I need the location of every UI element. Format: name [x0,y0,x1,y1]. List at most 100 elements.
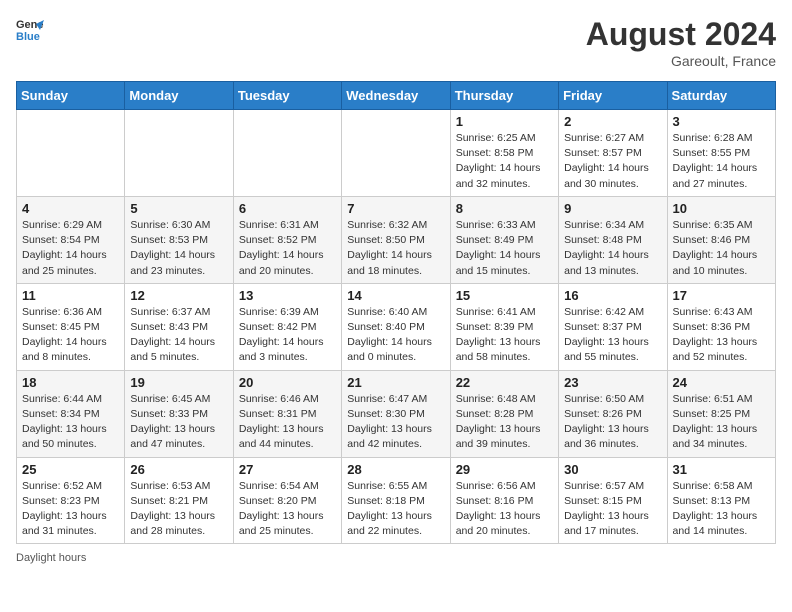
calendar-cell: 29 Sunrise: 6:56 AM Sunset: 8:16 PM Dayli… [450,457,558,544]
day-number: 27 [239,462,336,477]
calendar-cell [17,110,125,197]
calendar-cell [233,110,341,197]
day-info: Sunrise: 6:42 AM Sunset: 8:37 PM Dayligh… [564,305,661,366]
calendar-cell: 23 Sunrise: 6:50 AM Sunset: 8:26 PM Dayli… [559,370,667,457]
day-info: Sunrise: 6:54 AM Sunset: 8:20 PM Dayligh… [239,479,336,540]
calendar-table: SundayMondayTuesdayWednesdayThursdayFrid… [16,81,776,544]
day-number: 9 [564,201,661,216]
day-info: Sunrise: 6:57 AM Sunset: 8:15 PM Dayligh… [564,479,661,540]
day-info: Sunrise: 6:37 AM Sunset: 8:43 PM Dayligh… [130,305,227,366]
calendar-cell: 27 Sunrise: 6:54 AM Sunset: 8:20 PM Dayli… [233,457,341,544]
day-info: Sunrise: 6:51 AM Sunset: 8:25 PM Dayligh… [673,392,770,453]
day-number: 12 [130,288,227,303]
day-number: 1 [456,114,553,129]
day-number: 17 [673,288,770,303]
calendar-cell: 2 Sunrise: 6:27 AM Sunset: 8:57 PM Daylig… [559,110,667,197]
calendar-cell [342,110,450,197]
calendar-cell: 7Sunrise: 6:32 AM Sunset: 8:50 PM Daylig… [342,196,450,283]
day-number: 18 [22,375,119,390]
calendar-cell: 20 Sunrise: 6:46 AM Sunset: 8:31 PM Dayli… [233,370,341,457]
calendar-cell: 10 Sunrise: 6:35 AM Sunset: 8:46 PM Dayli… [667,196,775,283]
calendar-cell: 13Sunrise: 6:39 AM Sunset: 8:42 PM Dayli… [233,283,341,370]
weekday-header: Wednesday [342,82,450,110]
calendar-cell: 8 Sunrise: 6:33 AM Sunset: 8:49 PM Daylig… [450,196,558,283]
day-info: Sunrise: 6:28 AM Sunset: 8:55 PM Dayligh… [673,131,770,192]
day-info: Sunrise: 6:43 AM Sunset: 8:36 PM Dayligh… [673,305,770,366]
day-info: Sunrise: 6:31 AM Sunset: 8:52 PM Dayligh… [239,218,336,279]
day-number: 23 [564,375,661,390]
calendar-cell: 18 Sunrise: 6:44 AM Sunset: 8:34 PM Dayli… [17,370,125,457]
calendar-week-row: 18 Sunrise: 6:44 AM Sunset: 8:34 PM Dayli… [17,370,776,457]
day-number: 2 [564,114,661,129]
calendar-cell: 28 Sunrise: 6:55 AM Sunset: 8:18 PM Dayli… [342,457,450,544]
day-number: 10 [673,201,770,216]
calendar-cell: 16 Sunrise: 6:42 AM Sunset: 8:37 PM Dayli… [559,283,667,370]
calendar-cell: 1 Sunrise: 6:25 AM Sunset: 8:58 PM Daylig… [450,110,558,197]
calendar-cell: 14Sunrise: 6:40 AM Sunset: 8:40 PM Dayli… [342,283,450,370]
day-number: 4 [22,201,119,216]
calendar-cell: 31Sunrise: 6:58 AM Sunset: 8:13 PM Dayli… [667,457,775,544]
day-number: 22 [456,375,553,390]
day-number: 29 [456,462,553,477]
day-number: 6 [239,201,336,216]
day-info: Sunrise: 6:36 AM Sunset: 8:45 PM Dayligh… [22,305,119,366]
calendar-cell: 19Sunrise: 6:45 AM Sunset: 8:33 PM Dayli… [125,370,233,457]
day-number: 25 [22,462,119,477]
weekday-header: Tuesday [233,82,341,110]
day-info: Sunrise: 6:27 AM Sunset: 8:57 PM Dayligh… [564,131,661,192]
day-info: Sunrise: 6:50 AM Sunset: 8:26 PM Dayligh… [564,392,661,453]
day-info: Sunrise: 6:41 AM Sunset: 8:39 PM Dayligh… [456,305,553,366]
day-number: 8 [456,201,553,216]
page-header: General Blue August 2024 Gareoult, Franc… [16,16,776,69]
day-number: 16 [564,288,661,303]
day-info: Sunrise: 6:55 AM Sunset: 8:18 PM Dayligh… [347,479,444,540]
calendar-cell: 6 Sunrise: 6:31 AM Sunset: 8:52 PM Daylig… [233,196,341,283]
calendar-cell: 15 Sunrise: 6:41 AM Sunset: 8:39 PM Dayli… [450,283,558,370]
day-number: 15 [456,288,553,303]
calendar-cell: 5Sunrise: 6:30 AM Sunset: 8:53 PM Daylig… [125,196,233,283]
day-number: 5 [130,201,227,216]
logo: General Blue [16,16,44,44]
day-number: 31 [673,462,770,477]
weekday-header: Monday [125,82,233,110]
day-info: Sunrise: 6:44 AM Sunset: 8:34 PM Dayligh… [22,392,119,453]
calendar-week-row: 25 Sunrise: 6:52 AM Sunset: 8:23 PM Dayli… [17,457,776,544]
title-area: August 2024 Gareoult, France [586,16,776,69]
day-number: 20 [239,375,336,390]
weekday-header: Friday [559,82,667,110]
day-number: 26 [130,462,227,477]
day-number: 28 [347,462,444,477]
calendar-week-row: 11Sunrise: 6:36 AM Sunset: 8:45 PM Dayli… [17,283,776,370]
calendar-cell: 17 Sunrise: 6:43 AM Sunset: 8:36 PM Dayli… [667,283,775,370]
day-number: 24 [673,375,770,390]
day-info: Sunrise: 6:56 AM Sunset: 8:16 PM Dayligh… [456,479,553,540]
weekday-header: Sunday [17,82,125,110]
calendar-cell: 26 Sunrise: 6:53 AM Sunset: 8:21 PM Dayli… [125,457,233,544]
day-info: Sunrise: 6:39 AM Sunset: 8:42 PM Dayligh… [239,305,336,366]
footer-note: Daylight hours [16,552,776,564]
day-number: 3 [673,114,770,129]
day-number: 19 [130,375,227,390]
weekday-header: Thursday [450,82,558,110]
day-info: Sunrise: 6:33 AM Sunset: 8:49 PM Dayligh… [456,218,553,279]
day-info: Sunrise: 6:32 AM Sunset: 8:50 PM Dayligh… [347,218,444,279]
day-info: Sunrise: 6:29 AM Sunset: 8:54 PM Dayligh… [22,218,119,279]
day-info: Sunrise: 6:48 AM Sunset: 8:28 PM Dayligh… [456,392,553,453]
svg-text:Blue: Blue [16,31,40,43]
day-info: Sunrise: 6:25 AM Sunset: 8:58 PM Dayligh… [456,131,553,192]
day-info: Sunrise: 6:52 AM Sunset: 8:23 PM Dayligh… [22,479,119,540]
calendar-cell: 4 Sunrise: 6:29 AM Sunset: 8:54 PM Daylig… [17,196,125,283]
day-number: 21 [347,375,444,390]
weekday-header: Saturday [667,82,775,110]
calendar-cell: 25 Sunrise: 6:52 AM Sunset: 8:23 PM Dayli… [17,457,125,544]
calendar-cell: 22 Sunrise: 6:48 AM Sunset: 8:28 PM Dayli… [450,370,558,457]
calendar-cell [125,110,233,197]
calendar-week-row: 4 Sunrise: 6:29 AM Sunset: 8:54 PM Daylig… [17,196,776,283]
day-number: 14 [347,288,444,303]
day-info: Sunrise: 6:53 AM Sunset: 8:21 PM Dayligh… [130,479,227,540]
day-info: Sunrise: 6:46 AM Sunset: 8:31 PM Dayligh… [239,392,336,453]
day-info: Sunrise: 6:35 AM Sunset: 8:46 PM Dayligh… [673,218,770,279]
calendar-cell: 30Sunrise: 6:57 AM Sunset: 8:15 PM Dayli… [559,457,667,544]
logo-icon: General Blue [16,16,44,44]
calendar-cell: 9Sunrise: 6:34 AM Sunset: 8:48 PM Daylig… [559,196,667,283]
